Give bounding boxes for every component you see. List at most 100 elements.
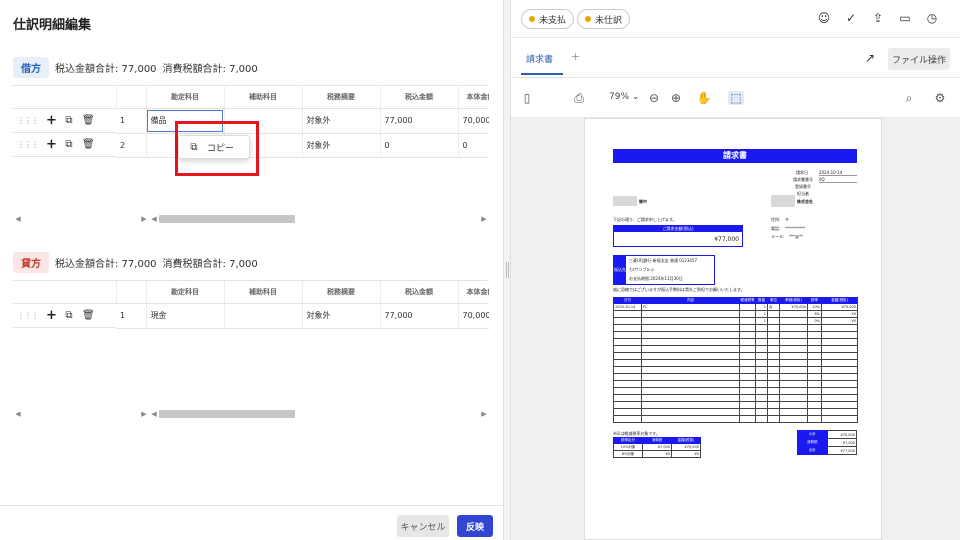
sender-company: 株式会社 bbox=[797, 199, 813, 204]
history-icon[interactable]: ◷ bbox=[925, 11, 939, 25]
row-number: 1 bbox=[116, 303, 147, 329]
phone-value: ********** bbox=[785, 226, 805, 231]
copy-menu-label: コピー bbox=[207, 143, 235, 154]
total-summary-table: 小計 ¥70,000 消費税 ¥7,000 合計 ¥77,000 bbox=[797, 430, 857, 455]
copy-row-icon[interactable]: ⧉ bbox=[64, 310, 74, 321]
tax-note-cell[interactable]: 対象外 bbox=[302, 108, 381, 134]
panel-title: 仕訳明細編集 bbox=[13, 18, 92, 33]
cancel-button[interactable]: キャンセル bbox=[397, 515, 449, 537]
base-amount-cell[interactable]: 70,000 bbox=[458, 303, 489, 329]
zoom-out-icon[interactable]: ⊖ bbox=[646, 91, 662, 105]
amount-value: ¥77,000 bbox=[714, 236, 739, 243]
scroll-left-icon[interactable]: ◀ bbox=[149, 410, 159, 418]
pdf-viewer[interactable]: 請求書 請求日 2024-10-14 請求書番号 0Q 登録番号 担当者 御中 … bbox=[511, 118, 960, 540]
delete-row-icon[interactable]: 🗑 bbox=[82, 115, 95, 126]
scroll-right-icon[interactable]: ▶ bbox=[479, 410, 489, 418]
copy-icon: ⧉ bbox=[190, 141, 198, 153]
pane-resizer[interactable] bbox=[503, 0, 511, 540]
bank-info-box: 振込先 三菱UFJ銀行 新宿支店 普通 0123457 カ)サンプルシ お支払期… bbox=[613, 255, 715, 285]
delete-row-icon[interactable]: 🗑 bbox=[82, 310, 95, 321]
scroll-left-icon[interactable]: ◀ bbox=[13, 410, 23, 418]
drag-handle-icon[interactable]: ⋮⋮⋮ bbox=[17, 311, 39, 320]
amount-cell[interactable]: 77,000 bbox=[380, 108, 459, 134]
context-menu-copy[interactable]: ⧉ コピー bbox=[178, 135, 250, 159]
share-icon[interactable]: ⇪ bbox=[871, 11, 885, 25]
scroll-left-icon[interactable]: ◀ bbox=[149, 215, 159, 223]
bank-line-3: お支払期限:2024年11月30日 bbox=[629, 276, 683, 281]
row-controls: ⋮⋮⋮ + ⧉ 🗑 bbox=[13, 133, 116, 157]
col-header: 本体金額 bbox=[458, 280, 489, 304]
base-amount-cell[interactable]: 0 bbox=[458, 133, 489, 158]
mail-value: ***@** bbox=[789, 234, 803, 239]
scroll-right-icon[interactable]: ▶ bbox=[139, 215, 149, 223]
credit-total-tax: 消費税額合計: 7,000 bbox=[162, 259, 258, 270]
copy-row-icon[interactable]: ⧉ bbox=[64, 115, 74, 126]
credit-horizontal-scrollbar[interactable]: ◀ ▶ ◀ ▶ bbox=[13, 409, 489, 419]
comment-icon[interactable]: ▭ bbox=[898, 11, 912, 25]
file-operations-button[interactable]: ファイル操作 bbox=[888, 48, 950, 70]
delete-row-icon[interactable]: 🗑 bbox=[82, 139, 95, 150]
credit-total-incl: 税込金額合計: 77,000 bbox=[55, 259, 157, 270]
mail-label: メール: bbox=[771, 234, 785, 239]
base-amount-cell[interactable]: 70,000 bbox=[458, 108, 489, 134]
zoom-in-icon[interactable]: ⊕ bbox=[668, 91, 684, 105]
table-header-row: 勘定科目 補助科目 税務摘要 税込金額 本体金額 bbox=[13, 280, 489, 304]
scroll-thumb[interactable] bbox=[159, 215, 295, 223]
journal-edit-panel: 仕訳明細編集 借方 税込金額合計: 77,000 消費税額合計: 7,000 勘… bbox=[0, 0, 503, 540]
scroll-right-icon[interactable]: ▶ bbox=[479, 215, 489, 223]
address-value: 〒 bbox=[785, 217, 789, 222]
tax-note-cell[interactable]: 対象外 bbox=[302, 303, 381, 329]
settings-gear-icon[interactable]: ⚙ bbox=[932, 91, 948, 105]
scroll-right-icon[interactable]: ▶ bbox=[139, 410, 149, 418]
tab-invoice[interactable]: 請求書 bbox=[526, 52, 553, 65]
amount-cell[interactable]: 0 bbox=[380, 133, 459, 158]
add-row-icon[interactable]: + bbox=[46, 137, 57, 152]
account-cell[interactable]: 現金 bbox=[146, 303, 225, 329]
tax-note-cell[interactable]: 対象外 bbox=[302, 133, 381, 158]
resize-grip-icon[interactable] bbox=[506, 262, 509, 278]
zoom-select[interactable]: 79% ⌄ bbox=[609, 92, 639, 102]
status-unpaid-pill[interactable]: 未支払 bbox=[521, 9, 575, 29]
apply-button[interactable]: 反映 bbox=[457, 515, 493, 537]
selection-tool-icon[interactable]: ⬚ bbox=[728, 91, 744, 105]
status-dot-icon bbox=[585, 16, 591, 22]
col-header: 勘定科目 bbox=[146, 85, 225, 109]
row-number: 2 bbox=[116, 133, 147, 158]
table-row: ⋮⋮⋮ + ⧉ 🗑 1 現金 対象外 77,000 70,000 bbox=[13, 303, 489, 329]
panel-footer: キャンセル 反映 bbox=[0, 505, 503, 540]
hand-tool-icon[interactable]: ✋ bbox=[696, 91, 712, 105]
sidebar-toggle-icon[interactable]: ▯ bbox=[519, 91, 535, 105]
debit-horizontal-scrollbar[interactable]: ◀ ▶ ◀ ▶ bbox=[13, 214, 489, 224]
debit-total-incl: 税込金額合計: 77,000 bbox=[55, 64, 157, 75]
status-unjournaled-pill[interactable]: 未仕訳 bbox=[577, 9, 631, 29]
add-row-icon[interactable]: + bbox=[46, 308, 57, 323]
check-icon[interactable]: ✓ bbox=[844, 11, 858, 25]
col-header: 税込金額 bbox=[380, 85, 459, 109]
scroll-left-icon[interactable]: ◀ bbox=[13, 215, 23, 223]
drag-handle-icon[interactable]: ⋮⋮⋮ bbox=[17, 140, 39, 149]
tab-bar: 請求書 + ↗ ファイル操作 bbox=[511, 38, 960, 78]
drag-handle-icon[interactable]: ⋮⋮⋮ bbox=[17, 116, 39, 125]
open-external-icon[interactable]: ↗ bbox=[865, 51, 875, 65]
page-fit-icon[interactable]: ⎙ bbox=[571, 91, 587, 106]
phone-label: 電話: bbox=[771, 226, 781, 231]
copy-row-icon[interactable]: ⧉ bbox=[64, 139, 74, 150]
invoice-item-row: 1 8% ¥0 bbox=[613, 310, 858, 318]
add-tab-icon[interactable]: + bbox=[571, 50, 580, 63]
user-icon[interactable]: ☺ bbox=[817, 11, 831, 25]
col-header: 本体金額 bbox=[458, 85, 489, 109]
add-row-icon[interactable]: + bbox=[46, 113, 57, 128]
staff-label: 担当者 bbox=[797, 191, 809, 196]
document-viewer-panel: 未支払 未仕訳 ☺ ✓ ⇪ ▭ ◷ 請求書 + ↗ ファイル操作 ▯ ⎙ 79%… bbox=[511, 0, 960, 540]
scroll-track[interactable] bbox=[159, 215, 479, 223]
sub-account-cell[interactable] bbox=[224, 303, 303, 329]
bank-label: 振込先 bbox=[614, 256, 626, 284]
amount-cell[interactable]: 77,000 bbox=[380, 303, 459, 329]
scroll-thumb[interactable] bbox=[159, 410, 295, 418]
scroll-track[interactable] bbox=[159, 410, 479, 418]
company-redacted bbox=[771, 195, 795, 207]
address-label: 住所: bbox=[771, 217, 781, 222]
invoice-item-row: 1 0% ¥0 bbox=[613, 317, 858, 325]
debit-badge: 借方 bbox=[13, 57, 49, 78]
search-icon[interactable]: ⌕ bbox=[901, 91, 917, 106]
